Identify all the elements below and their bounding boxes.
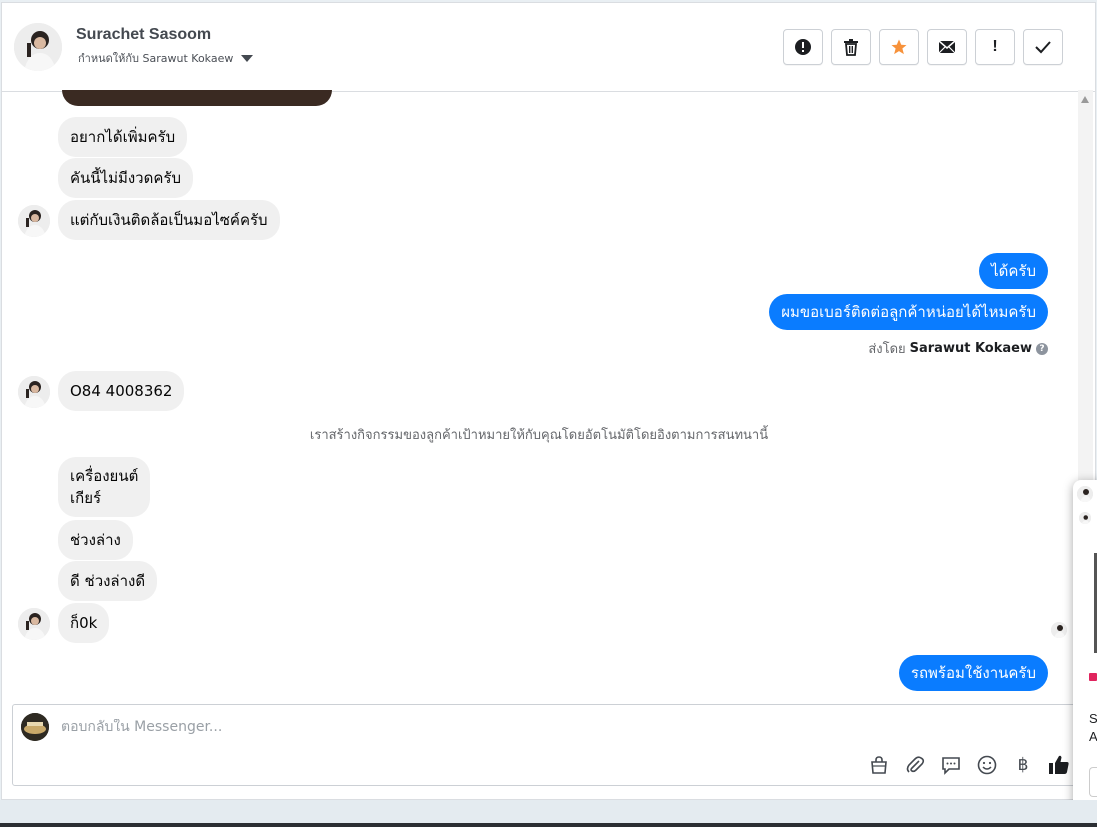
help-icon[interactable]: ? <box>1036 342 1048 355</box>
incoming-message: ดี ช่วงล่างดี <box>58 561 158 601</box>
contact-name[interactable]: Surachet Sasoom <box>76 26 211 44</box>
incoming-message: อยากได้เพิ่มครับ <box>58 117 188 157</box>
page-footer-strip <box>0 800 1097 823</box>
taskbar-edge <box>0 823 1097 827</box>
outgoing-message: รถพร้อมใช้งานครับ <box>898 655 1048 691</box>
sender-name: Sarawut Kokaew <box>909 341 1032 356</box>
incoming-message: ก็0k <box>58 603 110 643</box>
reply-input[interactable] <box>61 719 961 735</box>
shopping-bag-icon[interactable] <box>867 753 891 777</box>
incoming-message: ช่วงล่าง <box>58 520 133 560</box>
popup-button[interactable] <box>1089 767 1097 797</box>
star-icon <box>891 39 907 55</box>
assigned-to-label: กำหนดให้กับ Sarawut Kokaew <box>78 52 234 65</box>
incoming-message: คันนี้ไม่มีงวดครับ <box>58 158 193 198</box>
scroll-up-arrow-icon[interactable] <box>1081 96 1089 103</box>
page-avatar <box>21 713 49 741</box>
header-actions: ! <box>783 29 1063 65</box>
chat-bubble-icon[interactable] <box>939 753 963 777</box>
contact-avatar-small <box>18 608 50 640</box>
sent-by-label: ส่งโดย Sarawut Kokaew ? <box>868 338 1048 359</box>
mark-done-button[interactable] <box>1023 29 1063 65</box>
image-attachment[interactable] <box>62 90 332 106</box>
emoji-icon[interactable] <box>975 753 999 777</box>
outgoing-message: ได้ครับ <box>979 253 1048 289</box>
alert-circle-icon <box>795 39 811 55</box>
popup-avatar <box>1077 486 1093 502</box>
follow-up-button[interactable]: ! <box>975 29 1015 65</box>
incoming-message: แต่กับเงินติดล้อเป็นมอไซค์ครับ <box>58 200 280 240</box>
thumbs-up-icon[interactable] <box>1047 753 1071 777</box>
trash-icon <box>844 39 858 56</box>
incoming-message: เครื่องยนต์ เกียร์ <box>58 457 150 517</box>
conversation-header: Surachet Sasoom กำหนดให้กับ Sarawut Koka… <box>2 3 1095 92</box>
outgoing-message: ผมขอเบอร์ติดต่อลูกค้าหน่อยได้ไหมครับ <box>769 294 1048 330</box>
exclamation-icon: ! <box>992 38 998 55</box>
seen-avatar <box>1051 622 1067 638</box>
system-notice: เราสร้างกิจกรรมของลูกค้าเป้าหมายให้กับคุ… <box>309 428 769 443</box>
incoming-message: O84 4008362 <box>58 371 185 411</box>
report-spam-button[interactable] <box>783 29 823 65</box>
popup-text: A <box>1089 729 1097 744</box>
popup-text: S <box>1089 711 1097 726</box>
star-button[interactable] <box>879 29 919 65</box>
envelope-icon <box>938 40 956 54</box>
baht-icon[interactable]: ฿ <box>1011 753 1035 777</box>
paperclip-icon[interactable] <box>903 753 927 777</box>
assign-dropdown[interactable]: กำหนดให้กับ Sarawut Kokaew <box>78 49 254 67</box>
chevron-down-icon <box>241 54 254 62</box>
mark-unread-button[interactable] <box>927 29 967 65</box>
composer-tools: ฿ <box>867 753 1071 777</box>
message-thread: อยากได้เพิ่มครับ คันนี้ไม่มีงวดครับ แต่ก… <box>0 90 1078 702</box>
delete-button[interactable] <box>831 29 871 65</box>
contact-avatar-small <box>18 205 50 237</box>
check-icon <box>1035 41 1051 54</box>
calendar-icon <box>1089 673 1097 681</box>
popup-avatar-small <box>1079 512 1091 524</box>
composer: ฿ <box>12 704 1077 786</box>
contact-avatar[interactable] <box>14 23 62 71</box>
contact-avatar-small <box>18 376 50 408</box>
